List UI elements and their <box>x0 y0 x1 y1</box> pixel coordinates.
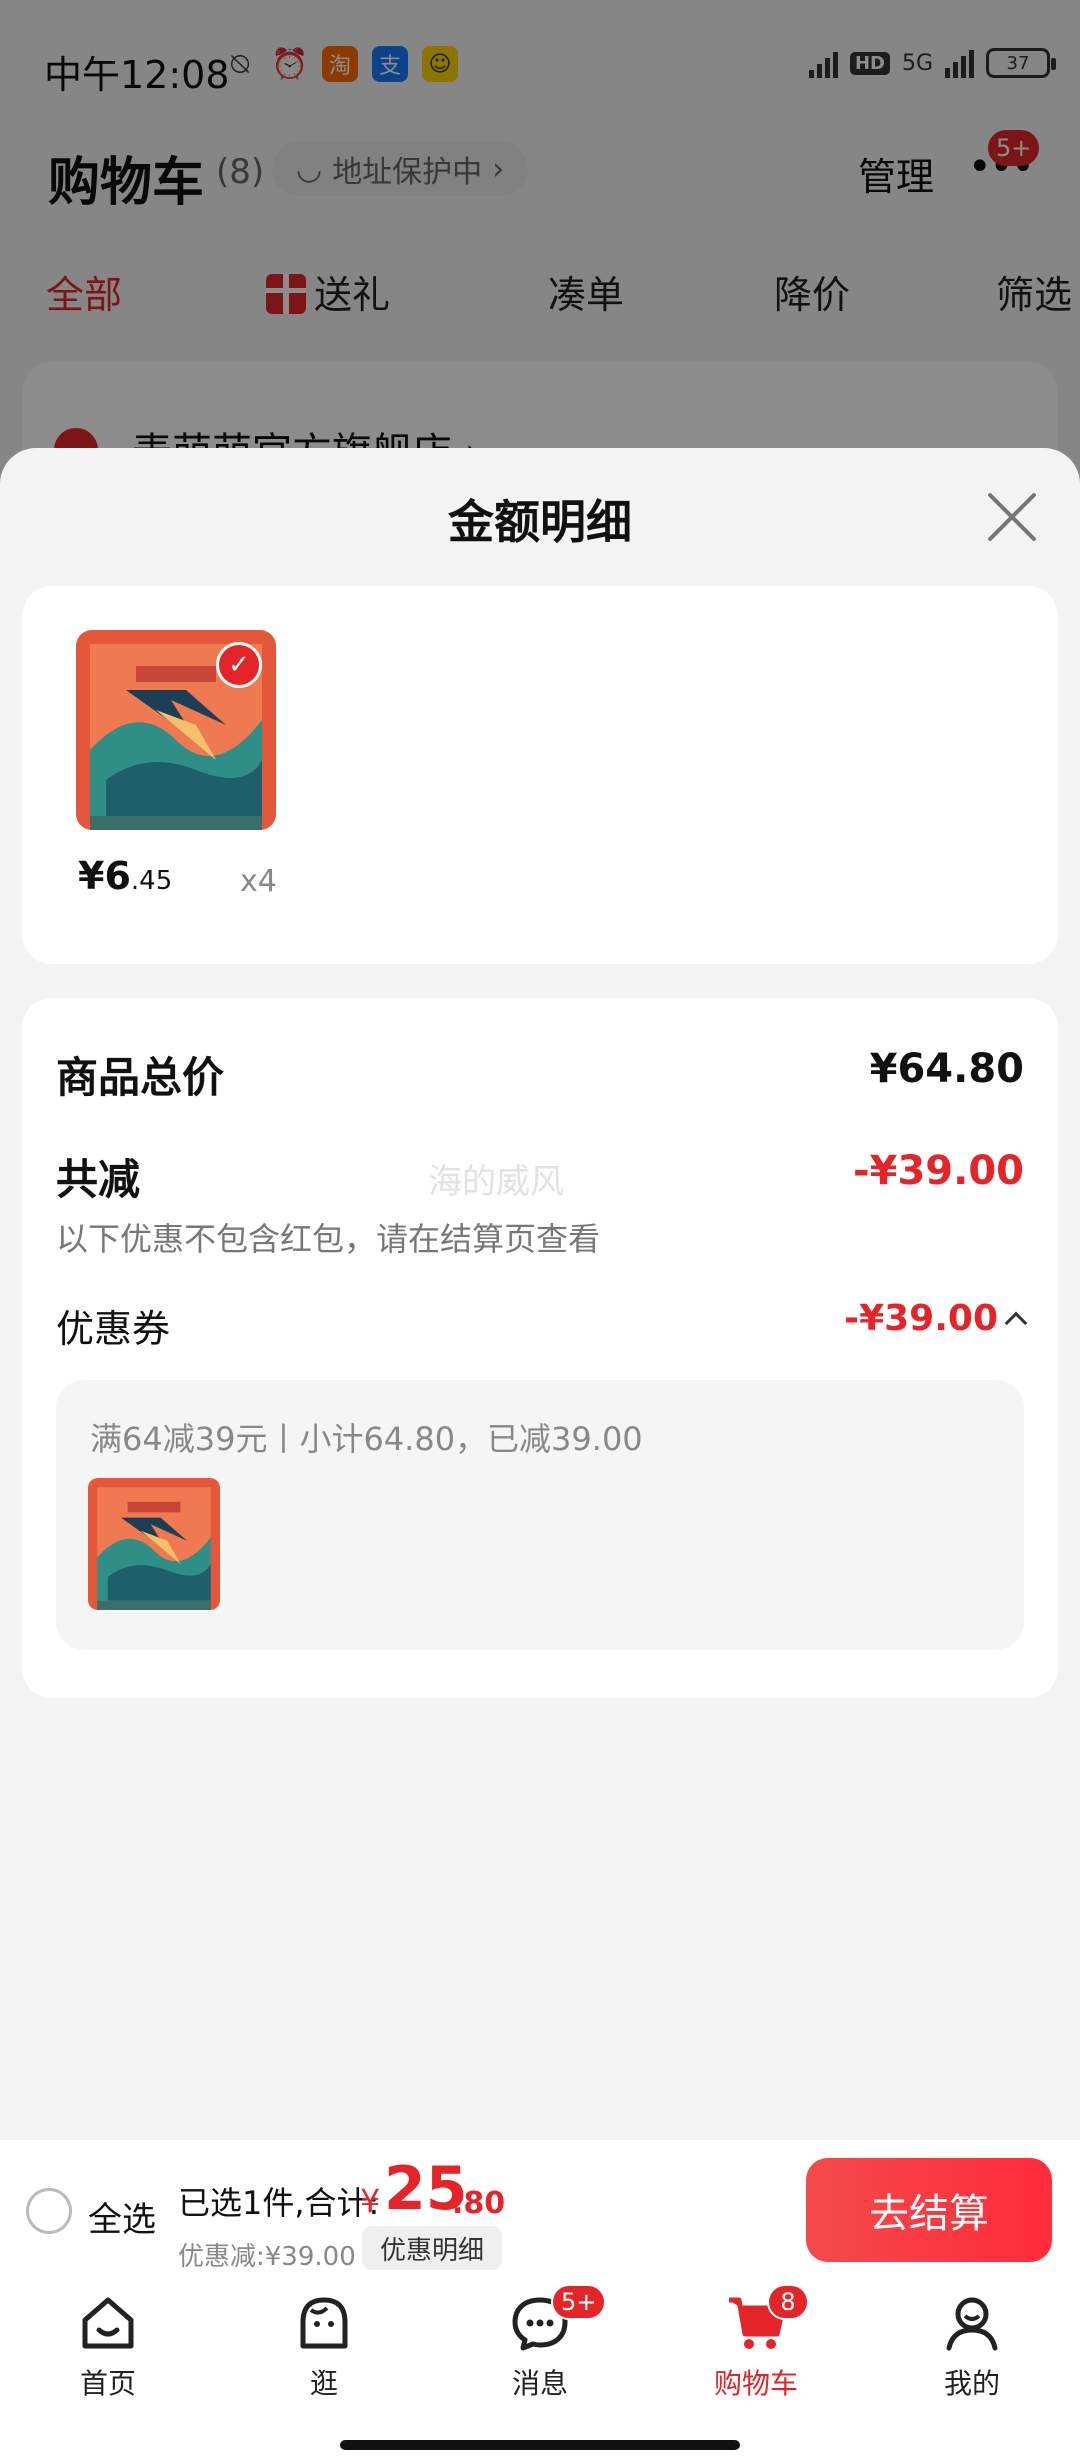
coupon-value: -¥39.00 <box>844 1298 998 1339</box>
product-price-int: ¥6 <box>78 854 131 898</box>
bottom-nav: 首页 逛 5+ 消息 8 购物车 我的 <box>0 2278 1080 2460</box>
cart-icon: 8 <box>725 2284 809 2354</box>
discount-detail-button[interactable]: 优惠明细 <box>362 2226 503 2270</box>
product-image[interactable]: ✓ <box>76 630 276 830</box>
checkout-bar: 全选 已选1件,合计: ¥ 25 .80 优惠减:¥39.00 优惠明细 去结算 <box>0 2140 1080 2278</box>
coupon-description: 满64减39元丨小计64.80，已减39.00 <box>90 1420 643 1458</box>
select-all-label[interactable]: 全选 <box>88 2192 156 2241</box>
product-card: ✓ ¥6.45 x4 <box>22 586 1058 964</box>
watermark: 海的威风 <box>428 1162 564 1202</box>
cart-badge: 8 <box>767 2284 809 2320</box>
nav-profile[interactable]: 我的 <box>902 2292 1042 2412</box>
messages-badge: 5+ <box>551 2284 607 2320</box>
product-quantity: x4 <box>240 864 277 899</box>
close-icon[interactable] <box>984 490 1040 546</box>
profile-icon <box>941 2292 1003 2354</box>
total-price-label: 商品总价 <box>56 1053 225 1102</box>
browse-icon <box>293 2292 355 2354</box>
checkout-button[interactable]: 去结算 <box>806 2158 1052 2262</box>
nav-cart-label: 购物车 <box>713 2367 798 2400</box>
total-amount-dec: .80 <box>452 2186 506 2221</box>
nav-cart[interactable]: 8 购物车 <box>686 2284 826 2412</box>
sheet-title: 金额明细 <box>448 495 632 549</box>
home-indicator[interactable] <box>340 2440 740 2450</box>
coupon-product-image <box>88 1478 220 1610</box>
selected-check-icon: ✓ <box>216 642 262 688</box>
total-price-value: ¥64.80 <box>869 1046 1024 1092</box>
product-price-dec: .45 <box>130 866 173 896</box>
nav-browse[interactable]: 逛 <box>254 2292 394 2412</box>
nav-home[interactable]: 首页 <box>38 2292 178 2412</box>
total-currency: ¥ <box>360 2182 381 2220</box>
selected-summary: 已选1件,合计: <box>178 2184 380 2222</box>
nav-home-label: 首页 <box>79 2367 136 2400</box>
coupon-detail-box: 满64减39元丨小计64.80，已减39.00 <box>56 1380 1024 1650</box>
nav-messages[interactable]: 5+ 消息 <box>470 2284 610 2412</box>
select-all-checkbox[interactable] <box>26 2188 72 2234</box>
reduce-value: -¥39.00 <box>853 1148 1024 1194</box>
nav-profile-label: 我的 <box>943 2367 1000 2400</box>
amount-detail-card: 商品总价 ¥64.80 共减 海的威风 -¥39.00 以下优惠不包含红包，请在… <box>22 998 1058 1698</box>
reduce-note: 以下优惠不包含红包，请在结算页查看 <box>56 1220 601 1258</box>
message-icon: 5+ <box>509 2284 607 2354</box>
home-icon <box>77 2292 139 2354</box>
nav-browse-label: 逛 <box>309 2367 338 2400</box>
discount-text: 优惠减:¥39.00 <box>178 2242 356 2272</box>
nav-messages-label: 消息 <box>511 2367 568 2400</box>
reduce-label: 共减 <box>56 1155 141 1204</box>
chevron-up-icon <box>1004 1311 1028 1334</box>
coupon-label: 优惠券 <box>56 1307 171 1351</box>
coupon-toggle[interactable]: -¥39.00 <box>844 1298 1028 1339</box>
product-price: ¥6.45 <box>78 854 172 898</box>
